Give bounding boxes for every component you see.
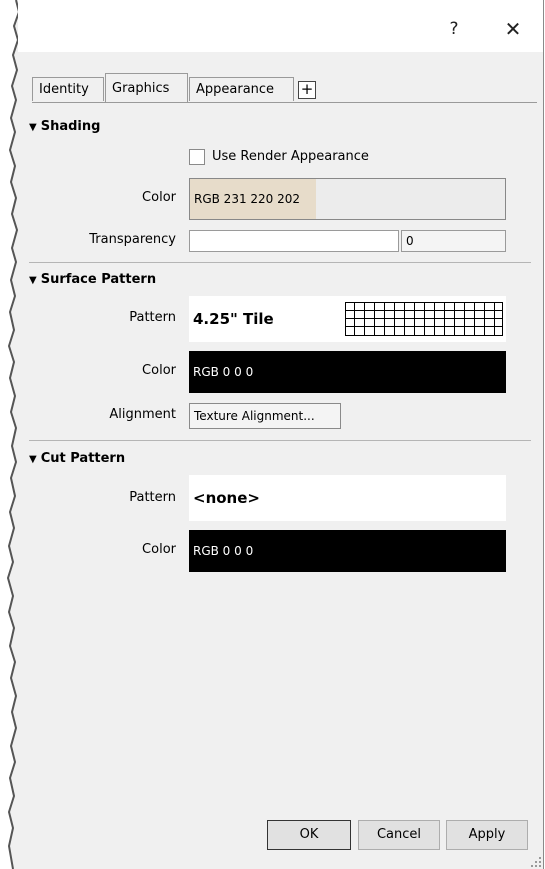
cut-color-value: RGB 0 0 0 <box>193 544 254 558</box>
section-cut-pattern-title: Cut Pattern <box>40 451 126 466</box>
collapse-triangle-icon: ▼ <box>29 122 37 133</box>
help-button[interactable]: ? <box>439 14 469 44</box>
apply-button[interactable]: Apply <box>446 820 528 850</box>
shading-color-label: Color <box>142 190 176 205</box>
section-shading-header[interactable]: ▼ Shading <box>29 119 100 134</box>
pattern-preview-icon <box>345 302 503 336</box>
cut-pattern-field[interactable]: <none> <box>189 475 506 521</box>
use-render-appearance-label: Use Render Appearance <box>212 149 369 164</box>
section-shading-title: Shading <box>40 119 101 134</box>
tab-underline <box>32 102 537 103</box>
tab-identity[interactable]: Identity <box>32 77 104 101</box>
add-tab-button[interactable]: + <box>298 81 316 99</box>
cut-color-label: Color <box>142 542 176 557</box>
transparency-value: 0 <box>406 234 414 248</box>
cut-pattern-value: <none> <box>193 489 260 507</box>
collapse-triangle-icon: ▼ <box>29 454 37 465</box>
transparency-label: Transparency <box>89 232 176 247</box>
collapse-triangle-icon: ▼ <box>29 275 37 286</box>
cancel-button[interactable]: Cancel <box>358 820 440 850</box>
title-bar: ? ✕ <box>18 0 543 52</box>
cut-pattern-label: Pattern <box>129 490 176 505</box>
surface-color-field[interactable]: RGB 0 0 0 <box>189 351 506 393</box>
divider <box>29 440 531 441</box>
shading-color-field[interactable]: RGB 231 220 202 <box>189 178 506 220</box>
tab-appearance[interactable]: Appearance <box>189 77 294 101</box>
tab-graphics[interactable]: Graphics <box>105 73 188 103</box>
resize-grip-icon[interactable] <box>531 857 541 867</box>
ok-button[interactable]: OK <box>267 820 351 850</box>
use-render-appearance-checkbox[interactable] <box>189 149 205 165</box>
alignment-label: Alignment <box>109 407 176 422</box>
properties-dialog: ? ✕ Identity Graphics Appearance + ▼ Shad… <box>18 0 544 869</box>
section-cut-pattern-header[interactable]: ▼ Cut Pattern <box>29 451 125 466</box>
surface-color-value: RGB 0 0 0 <box>193 365 254 379</box>
transparency-slider[interactable] <box>189 230 399 252</box>
section-surface-pattern-title: Surface Pattern <box>40 272 157 287</box>
surface-pattern-label: Pattern <box>129 310 176 325</box>
texture-alignment-label: Texture Alignment... <box>194 409 315 423</box>
close-button[interactable]: ✕ <box>498 14 528 44</box>
surface-color-label: Color <box>142 363 176 378</box>
divider <box>29 262 531 263</box>
surface-pattern-field[interactable]: 4.25" Tile <box>189 296 506 342</box>
shading-color-value: RGB 231 220 202 <box>194 192 301 206</box>
section-surface-pattern-header[interactable]: ▼ Surface Pattern <box>29 272 156 287</box>
texture-alignment-button[interactable]: Texture Alignment... <box>189 403 341 429</box>
cut-color-field[interactable]: RGB 0 0 0 <box>189 530 506 572</box>
transparency-value-input[interactable]: 0 <box>401 230 506 252</box>
surface-pattern-value: 4.25" Tile <box>193 310 274 328</box>
